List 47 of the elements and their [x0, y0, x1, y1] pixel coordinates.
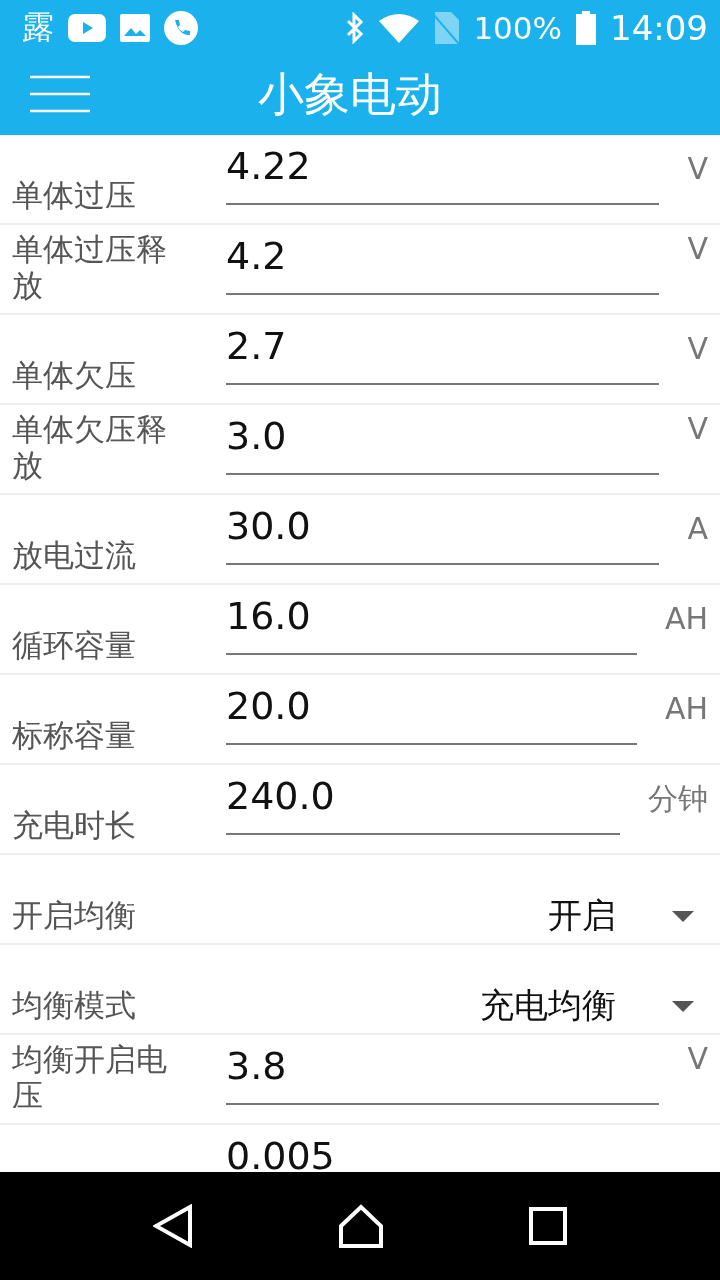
image-icon	[120, 13, 150, 42]
input-field[interactable]: 30.0	[226, 511, 660, 565]
setting-label: 单体欠压	[12, 357, 137, 393]
input-field[interactable]: 3.8	[226, 1051, 660, 1105]
bluetooth-icon	[345, 11, 366, 44]
dropdown[interactable]: 开启	[548, 893, 694, 939]
wifi-icon	[379, 12, 420, 43]
back-button[interactable]	[152, 1204, 193, 1248]
input-field[interactable]: 20.0	[226, 691, 637, 745]
unit-label: V	[687, 231, 708, 267]
input-field[interactable]: 4.2	[226, 241, 660, 295]
home-button[interactable]	[338, 1204, 384, 1248]
input-field[interactable]: 3.0	[226, 421, 660, 475]
caret-icon	[672, 910, 694, 922]
input-field[interactable]: 240.0	[226, 781, 620, 835]
battery-icon	[576, 10, 596, 45]
play-icon	[68, 13, 106, 42]
setting-label: 循环容量	[12, 627, 137, 663]
unit-label: V	[687, 1041, 708, 1077]
phone-icon	[164, 10, 198, 45]
unit-label: V	[687, 331, 708, 367]
recents-button[interactable]	[529, 1207, 568, 1245]
no-sim-icon	[433, 11, 460, 44]
setting-label: 均衡模式	[12, 987, 137, 1023]
caret-icon	[672, 1000, 694, 1012]
battery-percent: 100%	[473, 9, 562, 46]
input-field[interactable]: 16.0	[226, 601, 637, 655]
setting-label: 单体过压	[12, 177, 137, 213]
dropdown[interactable]: 充电均衡	[480, 983, 694, 1029]
unit-label: 分钟	[648, 781, 708, 817]
input-field[interactable]: 2.7	[226, 331, 660, 385]
setting-label: 开启均衡	[12, 897, 137, 933]
setting-label: 标称容量	[12, 717, 137, 753]
setting-label: 单体过压释放	[12, 231, 168, 303]
app-title: 小象电动	[258, 66, 442, 123]
unit-label: V	[687, 151, 708, 187]
input-field[interactable]: 4.22	[226, 151, 660, 205]
setting-label: 充电时长	[12, 807, 137, 843]
setting-label: 放电过流	[12, 537, 137, 573]
unit-label: AH	[664, 691, 708, 727]
unit-label: AH	[664, 601, 708, 637]
setting-label: 单体欠压释放	[12, 411, 168, 483]
unit-label: A	[687, 511, 708, 547]
notification-text: 露	[22, 6, 54, 48]
setting-label: 均衡开启电压	[12, 1041, 168, 1113]
clock: 14:09	[610, 7, 708, 48]
unit-label: V	[687, 411, 708, 447]
